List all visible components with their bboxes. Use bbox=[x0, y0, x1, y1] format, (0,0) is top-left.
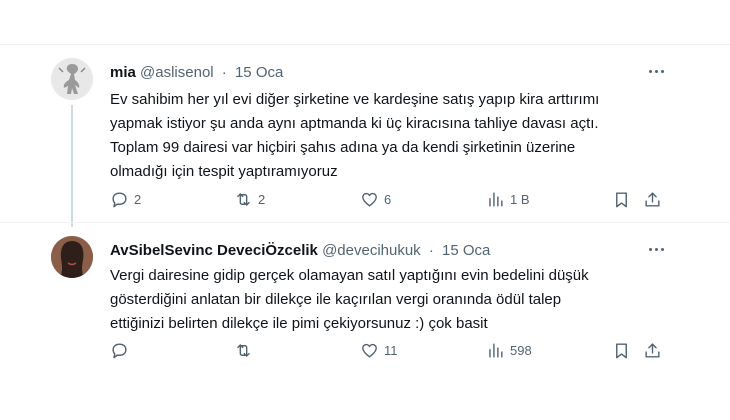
retweet-icon bbox=[237, 193, 250, 206]
tweet-text: Vergi dairesine gidip gerçek olamayan sa… bbox=[110, 264, 690, 336]
author-handle[interactable]: @aslisenol bbox=[140, 64, 214, 81]
avatar[interactable] bbox=[51, 236, 93, 278]
divider bbox=[0, 222, 730, 223]
views-button[interactable]: 598 bbox=[486, 341, 532, 360]
views-chart-icon bbox=[489, 192, 503, 207]
tweet-date[interactable]: 15 Oca bbox=[442, 242, 490, 259]
heart-icon bbox=[362, 343, 377, 358]
tweet-text-line: Vergi dairesine gidip gerçek olamayan sa… bbox=[110, 267, 589, 284]
tweet-text-line: ettiğinizi belirten dilekçe ile pimi çek… bbox=[110, 315, 488, 332]
like-button[interactable]: 6 bbox=[360, 190, 391, 209]
tweet-date[interactable]: 15 Oca bbox=[235, 64, 283, 81]
author-name[interactable]: mia bbox=[110, 64, 136, 81]
retweet-button[interactable] bbox=[234, 341, 258, 360]
bookmark-icon bbox=[616, 192, 627, 208]
tweet-header: AvSibelSevinc DeveciÖzcelik @devecihukuk… bbox=[110, 242, 490, 260]
reply-button[interactable] bbox=[110, 341, 134, 360]
tweet-header: mia @aslisenol · 15 Oca bbox=[110, 64, 283, 82]
reply-count: 2 bbox=[134, 192, 142, 207]
like-count: 11 bbox=[384, 343, 398, 358]
reply-icon bbox=[112, 192, 127, 208]
author-name[interactable]: AvSibelSevinc DeveciÖzcelik bbox=[110, 242, 318, 259]
tweet-text-line: gösterdiğini anlatan bir dilekçe ile kaç… bbox=[110, 291, 562, 308]
share-icon bbox=[645, 192, 660, 207]
tweet-text-line: olmadığı için tespit yaptıramıyoruz bbox=[110, 163, 338, 180]
retweet-icon bbox=[237, 344, 250, 357]
reply-button[interactable]: 2 bbox=[110, 190, 141, 209]
divider bbox=[0, 44, 730, 45]
bookmark-button[interactable] bbox=[612, 341, 631, 360]
tweet-actions: 2 2 6 1 B bbox=[110, 190, 670, 214]
author-handle[interactable]: @devecihukuk bbox=[322, 242, 421, 259]
separator-dot: · bbox=[221, 64, 227, 81]
like-count: 6 bbox=[384, 192, 392, 207]
views-count: 1 B bbox=[510, 192, 530, 207]
retweet-count: 2 bbox=[258, 192, 266, 207]
tweet-text-line: Ev sahibim her yıl evi diğer şirketine v… bbox=[110, 91, 600, 108]
thread-connector-line bbox=[71, 105, 73, 227]
bookmark-icon bbox=[616, 343, 627, 359]
avatar-figure-image bbox=[51, 58, 93, 100]
views-button[interactable]: 1 B bbox=[486, 190, 530, 209]
tweet-thread: mia @aslisenol · 15 Oca Ev sahibim her y… bbox=[0, 0, 730, 420]
tweet-text-line: yapmak istiyor şu anda aynı aptmanda ki … bbox=[110, 115, 599, 132]
like-button[interactable]: 11 bbox=[360, 341, 398, 360]
retweet-button[interactable]: 2 bbox=[234, 190, 265, 209]
share-icon bbox=[645, 343, 660, 358]
tweet-actions: 11 598 bbox=[110, 341, 670, 365]
share-button[interactable] bbox=[643, 341, 662, 360]
views-chart-icon bbox=[489, 343, 503, 358]
more-icon[interactable] bbox=[645, 238, 667, 260]
avatar[interactable] bbox=[51, 58, 93, 100]
separator-dot: · bbox=[428, 242, 434, 259]
avatar-portrait-image bbox=[51, 236, 93, 278]
tweet-text: Ev sahibim her yıl evi diğer şirketine v… bbox=[110, 88, 690, 184]
bookmark-button[interactable] bbox=[612, 190, 631, 209]
share-button[interactable] bbox=[643, 190, 662, 209]
heart-icon bbox=[362, 192, 377, 207]
reply-icon bbox=[112, 343, 127, 359]
more-icon[interactable] bbox=[645, 60, 667, 82]
views-count: 598 bbox=[510, 343, 532, 358]
tweet-text-line: Toplam 99 dairesi var hiçbiri şahıs adın… bbox=[110, 139, 576, 156]
